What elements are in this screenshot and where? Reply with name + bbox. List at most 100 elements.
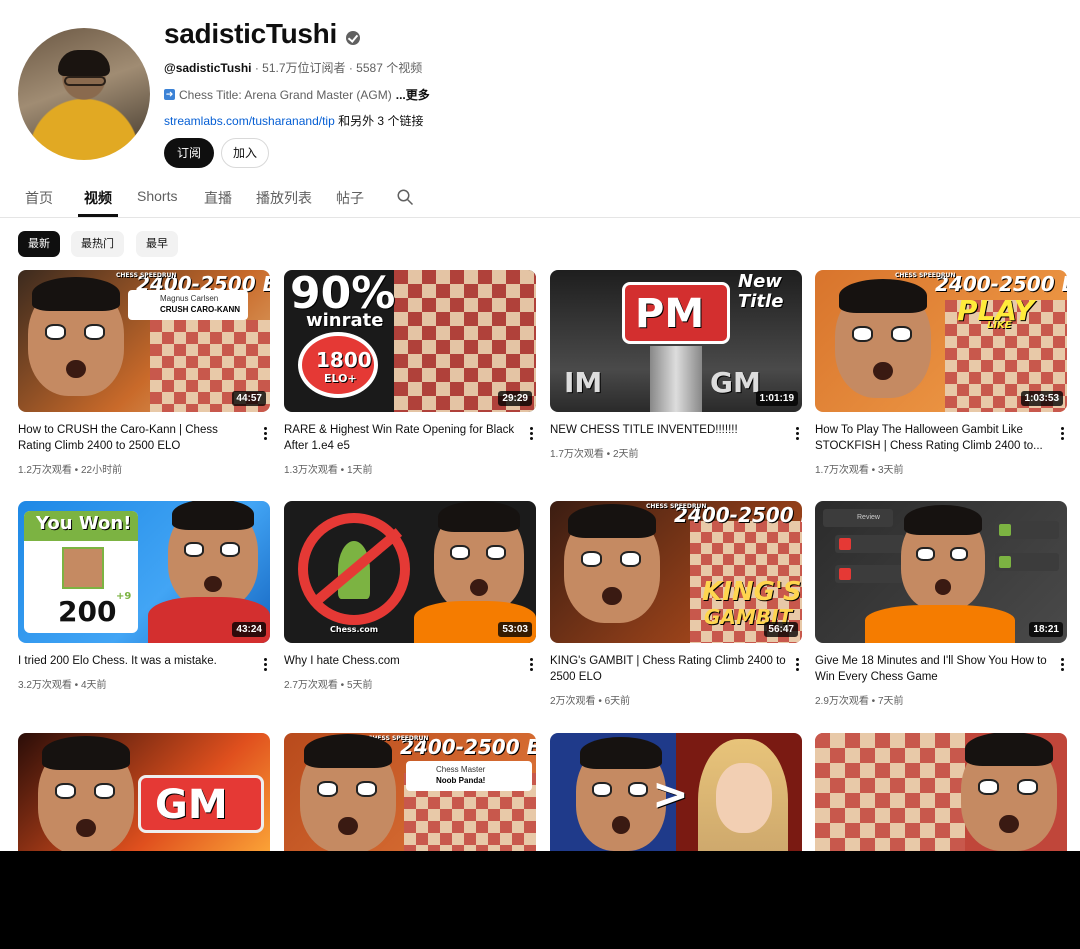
thumb-pillar: [650, 346, 702, 412]
video-title[interactable]: I tried 200 Elo Chess. It was a mistake.: [18, 653, 254, 669]
description-more-link[interactable]: ...更多: [396, 86, 430, 103]
verified-badge-icon: [346, 31, 360, 45]
video-meta: 1.7万次观看 • 3天前: [815, 465, 904, 476]
tab-home[interactable]: 首页: [25, 188, 53, 208]
video-thumbnail[interactable]: 2400-2500 ELO CHESS SPEEDRUN Magnus Carl…: [18, 270, 270, 412]
video-duration: 53:03: [498, 622, 532, 637]
chip-popular[interactable]: 最热门: [71, 231, 124, 257]
video-thumbnail[interactable]: 2400-2500 ELO CHESS SPEEDRUN KING'S GAMB…: [550, 501, 802, 643]
video-thumbnail[interactable]: Review 18:21: [815, 501, 1067, 643]
join-button[interactable]: 加入: [221, 138, 269, 168]
channel-link-url[interactable]: streamlabs.com/tusharanand/tip: [164, 114, 335, 128]
video-title[interactable]: NEW CHESS TITLE INVENTED!!!!!!!: [550, 422, 786, 438]
video-duration: 43:24: [232, 622, 266, 637]
video-meta: 1.7万次观看 • 2天前: [550, 449, 639, 460]
thumb-sub: CHESS SPEEDRUN: [116, 272, 177, 279]
chip-latest[interactable]: 最新: [18, 231, 60, 257]
video-title[interactable]: KING's GAMBIT | Chess Rating Climb 2400 …: [550, 653, 786, 685]
video-duration: 18:21: [1029, 622, 1063, 637]
video-meta: 2.7万次观看 • 5天前: [284, 680, 373, 691]
channel-description[interactable]: ➜ Chess Title: Arena Grand Master (AGM) …: [164, 86, 430, 103]
video-meta: 1.2万次观看 • 22小时前: [18, 465, 123, 476]
thumb-face: [300, 734, 396, 851]
thumb-prohibit: [298, 513, 410, 625]
thumb-sub: winrate: [306, 310, 384, 331]
video-duration: 1:01:19: [755, 391, 798, 406]
arrow-right-icon: ➜: [164, 89, 175, 100]
thumb-callout-text: CRUSH CARO-KANN: [160, 305, 240, 314]
video-thumbnail[interactable]: >: [550, 733, 802, 851]
video-duration: 29:29: [498, 391, 532, 406]
thumb-face: [901, 505, 985, 611]
tab-videos[interactable]: 视频: [84, 188, 112, 208]
video-title[interactable]: RARE & Highest Win Rate Opening for Blac…: [284, 422, 520, 454]
video-thumbnail[interactable]: PM New Title IM GM 1:01:19: [550, 270, 802, 412]
thumb-title-badge: PM: [622, 282, 730, 344]
thumb-sub: CHESS SPEEDRUN: [646, 503, 707, 510]
subscribe-button[interactable]: 订阅: [164, 138, 214, 168]
description-text: Chess Title: Arena Grand Master (AGM): [179, 87, 392, 102]
thumb-sub: New Title: [738, 271, 784, 312]
channel-name: sadisticTushi: [164, 18, 337, 49]
video-thumbnail[interactable]: You Won! 200 +9 43:24: [18, 501, 270, 643]
screen-bottom-black-bar: [0, 851, 1080, 949]
video-title[interactable]: How To Play The Halloween Gambit Like ST…: [815, 422, 1051, 454]
thumb-face: [28, 277, 124, 396]
thumb-ban-badge: 1800 ELO+: [298, 332, 378, 398]
thumb-face: [564, 504, 660, 623]
more-vert-icon[interactable]: [260, 425, 270, 441]
more-links-button[interactable]: 和另外 3 个链接: [335, 114, 423, 128]
video-meta: 1.3万次观看 • 1天前: [284, 465, 373, 476]
thumb-callout-name: Magnus Carlsen: [160, 294, 219, 303]
more-vert-icon[interactable]: [792, 656, 802, 672]
thumb-brand: Chess.com: [330, 625, 379, 634]
video-meta: 2.9万次观看 • 7天前: [815, 696, 904, 707]
channel-stats: · 51.7万位订阅者 · 5587 个视频: [251, 61, 423, 75]
video-thumbnail[interactable]: GM: [18, 733, 270, 851]
video-thumbnail[interactable]: 90% winrate 1800 ELO+ 29:29: [284, 270, 536, 412]
thumb-face: [434, 501, 524, 613]
tab-shorts[interactable]: Shorts: [137, 188, 177, 204]
channel-page: sadisticTushi @sadisticTushi · 51.7万位订阅者…: [0, 0, 1080, 851]
more-vert-icon[interactable]: [526, 656, 536, 672]
thumb-face: [38, 736, 134, 851]
more-vert-icon[interactable]: [1057, 425, 1067, 441]
thumb-card: You Won! 200 +9: [24, 511, 138, 633]
thumb-face: [168, 501, 258, 609]
channel-avatar[interactable]: [18, 28, 150, 160]
thumb-review-pill: Review: [823, 509, 893, 527]
more-vert-icon[interactable]: [526, 425, 536, 441]
video-thumbnail[interactable]: 2400-2500 ELO CHESS SPEEDRUN PLAY LIKE 1…: [815, 270, 1067, 412]
more-vert-icon[interactable]: [1057, 656, 1067, 672]
tab-live[interactable]: 直播: [204, 188, 232, 208]
video-duration: 44:57: [232, 391, 266, 406]
video-meta: 3.2万次观看 • 4天前: [18, 680, 107, 691]
active-tab-indicator: [78, 214, 118, 217]
thumb-extra2: GM: [710, 366, 761, 399]
thumb-callout: Magnus Carlsen CRUSH CARO-KANN: [128, 290, 248, 320]
thumb-callout: Chess Master Noob Panda!: [406, 761, 532, 791]
more-vert-icon[interactable]: [792, 425, 802, 441]
video-thumbnail[interactable]: [815, 733, 1067, 851]
channel-links: streamlabs.com/tusharanand/tip 和另外 3 个链接: [164, 112, 423, 129]
video-title[interactable]: Why I hate Chess.com: [284, 653, 520, 669]
more-vert-icon[interactable]: [260, 656, 270, 672]
video-duration: 56:47: [764, 622, 798, 637]
thumb-title-badge: GM: [138, 775, 264, 833]
search-icon[interactable]: [396, 188, 414, 206]
video-thumbnail[interactable]: 2400-2500 ELO CHESS SPEEDRUN Chess Maste…: [284, 733, 536, 851]
video-title[interactable]: Give Me 18 Minutes and I'll Show You How…: [815, 653, 1051, 685]
thumb-extra: IM: [564, 366, 603, 399]
thumb-extra: KING'S: [702, 577, 802, 607]
channel-meta: @sadisticTushi · 51.7万位订阅者 · 5587 个视频: [164, 59, 422, 76]
thumb-face: [961, 733, 1057, 851]
tab-playlists[interactable]: 播放列表: [256, 188, 312, 208]
thumb-extra2: LIKE: [987, 320, 1012, 331]
avatar-glasses: [64, 76, 106, 86]
channel-handle: @sadisticTushi: [164, 61, 252, 75]
tab-posts[interactable]: 帖子: [336, 188, 364, 208]
video-thumbnail[interactable]: Chess.com 53:03: [284, 501, 536, 643]
chip-oldest[interactable]: 最早: [136, 231, 178, 257]
video-title[interactable]: How to CRUSH the Caro-Kann | Chess Ratin…: [18, 422, 254, 454]
video-duration: 1:03:53: [1020, 391, 1063, 406]
